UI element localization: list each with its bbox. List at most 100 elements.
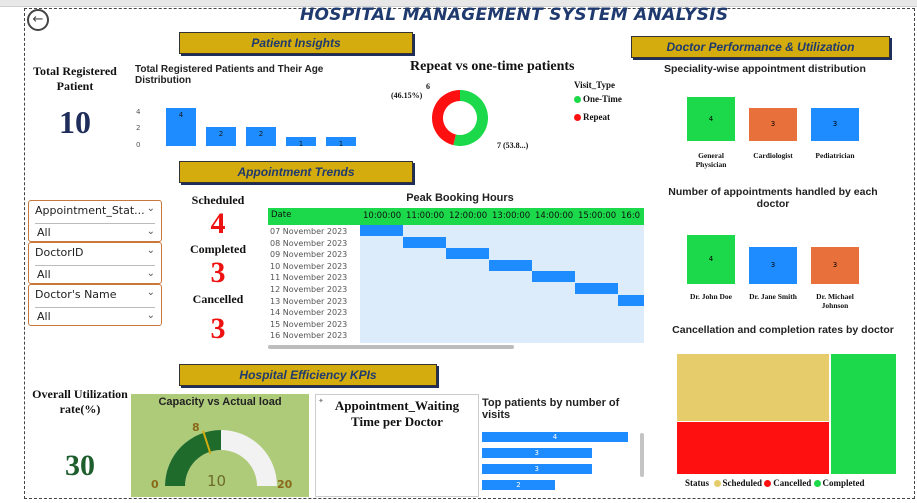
chevron-down-icon[interactable]: ⌄ <box>147 287 155 298</box>
chevron-down-icon[interactable]: ⌄ <box>147 226 155 237</box>
repeat-legend-title: Visit_Type <box>574 80 616 90</box>
repeat-chart-title: Repeat vs one-time patients <box>410 59 575 74</box>
slicer-appointment-status[interactable]: Appointment_Stat... ⌄ All ⌄ <box>28 200 162 242</box>
peak-date: 10 November 2023 <box>270 261 348 271</box>
peak-date: 16 November 2023 <box>270 331 348 341</box>
peak-booking-bar <box>360 225 403 236</box>
age-bar: 2 <box>206 127 236 146</box>
back-arrow-icon[interactable]: ← <box>27 9 49 31</box>
cancel-chart-title: Cancellation and completion rates by doc… <box>672 324 894 336</box>
top-patient-bar: 3 <box>482 448 592 458</box>
peak-booking-bar <box>618 294 644 306</box>
treemap-scheduled <box>677 354 829 421</box>
peak-hour-header: 13:00:00 <box>489 208 532 225</box>
age-chart: 4 2 0 42211 <box>130 104 360 150</box>
peak-booking-bar <box>446 248 489 260</box>
peak-hour-header: 14:00:00 <box>532 208 575 225</box>
doctor-label: Dr. John Doe <box>689 292 733 301</box>
peak-hour-header: 10:00:00 <box>360 208 403 225</box>
peak-date: 07 November 2023 <box>270 227 348 236</box>
peak-date: 13 November 2023 <box>270 296 348 306</box>
slicer-label: DoctorID <box>35 246 84 259</box>
chevron-down-icon[interactable]: ⌄ <box>147 268 155 279</box>
gauge-card: Capacity vs Actual load 0 20 8 10 <box>131 394 309 497</box>
banner-doctor-performance: Doctor Performance & Utilization <box>631 36 890 58</box>
chevron-down-icon[interactable]: ⌄ <box>147 310 155 321</box>
peak-booking-bar <box>489 259 532 271</box>
peak-hour-header: 11:00:00 <box>403 208 446 225</box>
doctor-label: Dr. Michael Johnson <box>816 292 854 310</box>
gauge-max: 20 <box>277 478 293 491</box>
peak-booking-bar <box>532 271 575 283</box>
banner-hospital-kpis: Hospital Efficiency KPIs <box>179 364 437 386</box>
slicer-label: Doctor's Name <box>35 288 117 301</box>
cancel-legend: Status Scheduled Cancelled Completed <box>685 478 865 488</box>
age-bar: 1 <box>326 136 356 148</box>
chevron-down-icon[interactable]: ⌄ <box>147 245 155 256</box>
waiting-card: ✦ Appointment_Waiting Time per Doctor <box>315 394 479 497</box>
specialty-bar-general: 4 <box>687 97 735 141</box>
specialty-label: Pediatrician <box>815 151 855 160</box>
gauge-title: Capacity vs Actual load <box>158 396 282 408</box>
chevron-down-icon[interactable]: ⌄ <box>147 203 155 214</box>
doctor-bar-jane: 3 <box>749 247 797 284</box>
kpi-total-label: Total Registered Patient <box>33 64 117 93</box>
specialty-label: General Physician <box>695 151 727 169</box>
repeat-donut <box>432 90 488 146</box>
top-patient-bar: 4 <box>482 432 628 442</box>
age-bar: 1 <box>286 136 316 148</box>
specialty-label: Cardiologist <box>753 151 793 160</box>
treemap-completed <box>831 354 896 474</box>
age-ytick: 2 <box>136 124 141 132</box>
peak-hour-header: 15:00:00 <box>575 208 618 225</box>
peak-hour-header: 12:00:00 <box>446 208 489 225</box>
peak-header-date-cell: Date <box>268 208 360 225</box>
status-cancelled-label: Cancelled <box>192 292 244 306</box>
status-completed-value: 3 <box>210 256 226 289</box>
waiting-title: Appointment_Waiting Time per Doctor <box>334 398 460 429</box>
donut-right-label: 7 (53.8...) <box>497 141 529 150</box>
repeat-legend-repeat: Repeat <box>574 112 610 122</box>
peak-title: Peak Booking Hours <box>406 192 514 204</box>
gauge-min: 0 <box>151 478 159 491</box>
peak-scrollbar[interactable] <box>268 345 514 349</box>
age-ytick: 0 <box>136 141 141 149</box>
treemap-cancelled <box>677 422 829 474</box>
utilization-label: Overall Utilization rate(%) <box>32 387 128 416</box>
top-patients-chart: 4 3 3 2 <box>482 432 632 496</box>
repeat-legend-one-time: One-Time <box>574 94 622 104</box>
banner-patient-insights: Patient Insights <box>179 32 413 54</box>
status-scheduled-label: Scheduled <box>191 193 245 207</box>
doctor-label: Dr. Jane Smith <box>749 292 797 301</box>
peak-booking-bar <box>575 283 618 294</box>
gauge-target: 8 <box>192 421 200 434</box>
status-scheduled-value: 4 <box>210 207 226 240</box>
peak-date: 11 November 2023 <box>270 273 348 283</box>
peak-header-date[interactable]: Date <box>271 210 291 220</box>
doctor-appts-title: Number of appointments handled by each d… <box>668 186 878 210</box>
slicer-doctor-name[interactable]: Doctor's Name ⌄ All ⌄ <box>28 284 162 326</box>
utilization-value: 30 <box>65 449 95 482</box>
donut-left-value: 6 <box>426 82 430 91</box>
slicer-value: All <box>37 310 51 323</box>
peak-date: 12 November 2023 <box>270 285 348 294</box>
banner-appointment-trends: Appointment Trends <box>179 161 413 183</box>
peak-hour-header: 16:0 <box>618 208 644 225</box>
status-completed-label: Completed <box>190 242 246 256</box>
peak-date: 08 November 2023 <box>270 238 348 248</box>
slicer-doctor-id[interactable]: DoctorID ⌄ All ⌄ <box>28 242 162 284</box>
specialty-bar-pediatrician: 3 <box>811 108 859 141</box>
doctor-bar-michael: 3 <box>811 247 859 284</box>
doctor-bar-john: 4 <box>687 235 735 284</box>
gauge-value: 10 <box>207 472 227 490</box>
peak-date: 09 November 2023 <box>270 250 348 260</box>
age-ytick: 4 <box>136 108 141 116</box>
donut-left-pct: (46.15%) <box>391 91 423 100</box>
age-bar: 2 <box>246 127 276 146</box>
top-patients-scrollbar[interactable] <box>640 433 644 477</box>
peak-booking-bar <box>403 236 446 248</box>
top-patient-bar: 3 <box>482 464 592 474</box>
peak-date: 14 November 2023 <box>270 308 348 318</box>
dashboard-title: HOSPITAL MANAGEMENT SYSTEM ANALYSIS <box>300 5 729 25</box>
peak-date: 15 November 2023 <box>270 319 348 329</box>
